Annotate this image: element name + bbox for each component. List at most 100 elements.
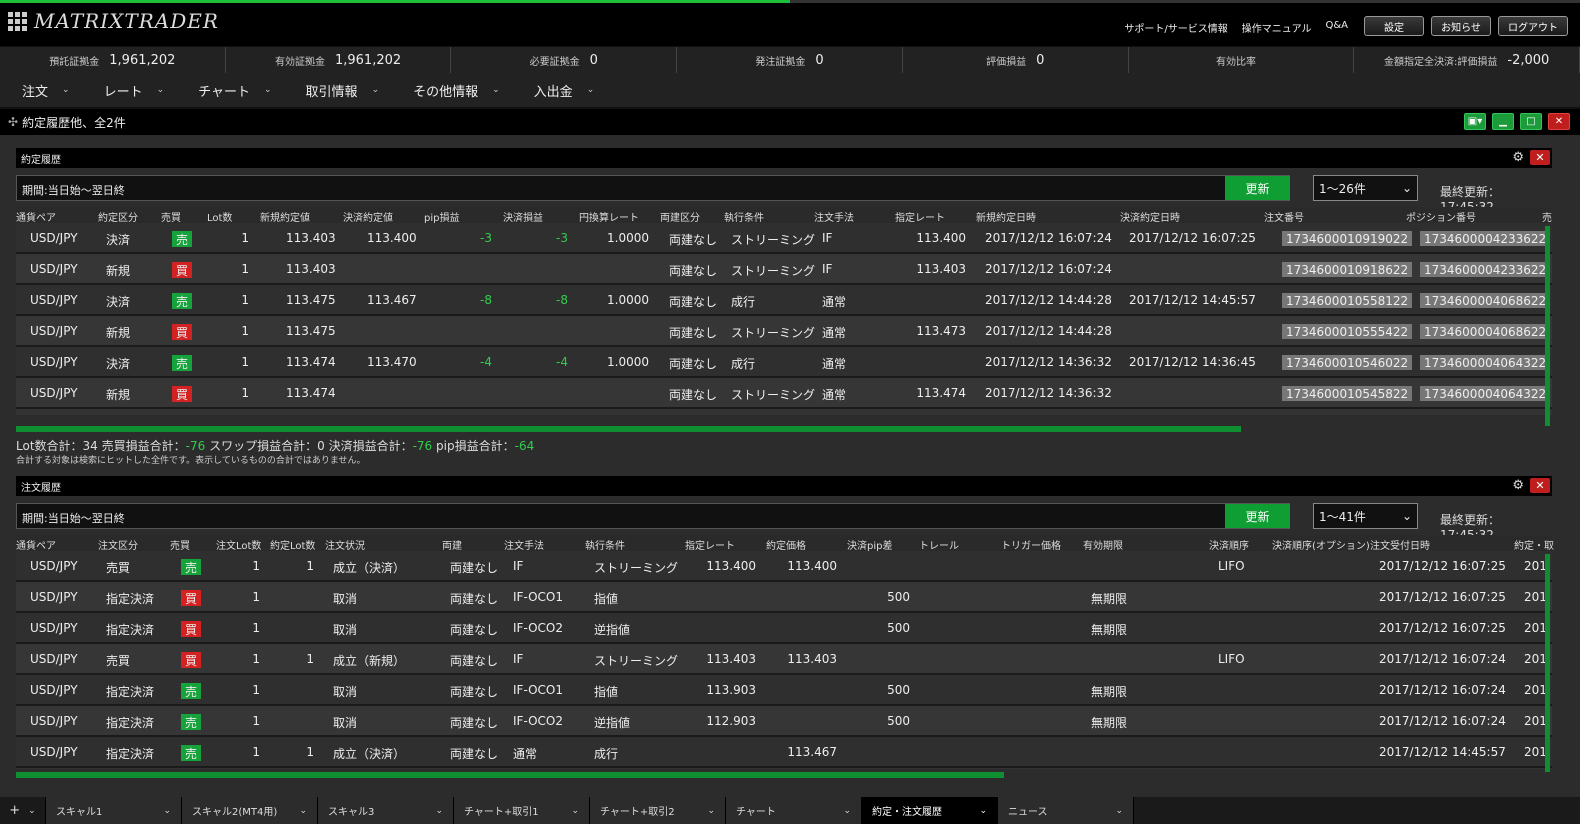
- tab-4[interactable]: チャート+取引1 ⌄: [454, 797, 590, 824]
- tab-2[interactable]: スキャル2(MT4用) ⌄: [182, 797, 318, 824]
- move-handle-icon[interactable]: ✣: [8, 115, 18, 129]
- column-header[interactable]: 決済順序(オプション): [1272, 537, 1370, 552]
- column-header[interactable]: 注文区分: [98, 537, 138, 552]
- column-header[interactable]: 決済約定値: [343, 209, 393, 224]
- column-header[interactable]: ポジション番号: [1406, 209, 1476, 224]
- column-header[interactable]: 決済順序: [1209, 537, 1249, 552]
- id-box[interactable]: 1734600004233622: [1420, 262, 1551, 277]
- menu-item[interactable]: 注文 ⌄: [22, 81, 70, 100]
- column-header[interactable]: 指定レート: [895, 209, 945, 224]
- column-header[interactable]: 注文受付日時: [1370, 537, 1430, 552]
- tab-1[interactable]: スキャル1 ⌄: [46, 797, 182, 824]
- menu-item[interactable]: 入出金 ⌄: [534, 81, 595, 100]
- maximize-icon[interactable]: □: [1520, 113, 1542, 130]
- column-header[interactable]: 執行条件: [585, 537, 625, 552]
- column-header[interactable]: 注文手法: [814, 209, 854, 224]
- support-link[interactable]: サポート/サービス情報: [1124, 20, 1227, 35]
- gear-icon[interactable]: ⚙: [1512, 478, 1524, 493]
- table-row[interactable]: USD/JPY 新規 買 1 113.403 両建なし ストリーミング IF 113.403 20…: [16, 254, 1552, 285]
- table-row[interactable]: USD/JPY 決済 売 1 113.475 113.467 -8 -8 1.0000 両建なし成…: [16, 285, 1552, 316]
- orders-vscroll[interactable]: [1545, 554, 1550, 772]
- id-box[interactable]: 1734600010545822: [1282, 386, 1413, 401]
- column-header[interactable]: 注文番号: [1264, 209, 1304, 224]
- tab-7[interactable]: 約定・注文履歴 ⌄: [862, 797, 998, 824]
- column-header[interactable]: 約定区分: [98, 209, 138, 224]
- column-header[interactable]: 新規約定日時: [976, 209, 1036, 224]
- tab-5[interactable]: チャート+取引2 ⌄: [590, 797, 726, 824]
- column-header[interactable]: 売: [1542, 209, 1552, 224]
- id-box[interactable]: 1734600010555422: [1282, 324, 1413, 339]
- tab-6[interactable]: チャート ⌄: [726, 797, 862, 824]
- table-row[interactable]: USD/JPY 指定決済 売 1 取消 両建なし IF-OCO1 指値 113.903 500 無期…: [16, 675, 1552, 706]
- column-header[interactable]: 約定価格: [766, 537, 806, 552]
- tab-3[interactable]: スキャル3 ⌄: [318, 797, 454, 824]
- id-box[interactable]: 1734600004233622: [1420, 231, 1551, 246]
- settings-button[interactable]: 設定: [1364, 16, 1424, 36]
- id-box[interactable]: 1734600004064322: [1420, 386, 1551, 401]
- column-header[interactable]: 通貨ペア: [16, 537, 56, 552]
- column-header[interactable]: 両建: [442, 537, 462, 552]
- close-icon[interactable]: ✕: [1548, 113, 1570, 130]
- column-header[interactable]: Lot数: [207, 209, 232, 224]
- id-box[interactable]: 1734600010919022: [1282, 231, 1413, 246]
- executions-update-button[interactable]: 更新: [1225, 176, 1290, 200]
- id-box[interactable]: 1734600010918622: [1282, 262, 1413, 277]
- column-header[interactable]: 執行条件: [724, 209, 764, 224]
- menu-item[interactable]: レート ⌄: [104, 81, 165, 100]
- table-row[interactable]: USD/JPY 新規 買 1 113.474 両建なし ストリーミング 通常 113.474 20…: [16, 378, 1552, 409]
- table-row[interactable]: USD/JPY 指定決済 売 1 1 成立（決済） 両建なし 通常 成行 113.467 2017/…: [16, 737, 1552, 768]
- close-icon[interactable]: ✕: [1530, 478, 1550, 493]
- column-header[interactable]: 注文手法: [504, 537, 544, 552]
- column-header[interactable]: pip損益: [424, 209, 459, 224]
- table-row[interactable]: USD/JPY 新規 買 1 113.475 両建なし ストリーミング 通常 113.473 20…: [16, 316, 1552, 347]
- id-box[interactable]: 1734600004068622: [1420, 293, 1551, 308]
- menu-item[interactable]: その他情報 ⌄: [413, 81, 500, 100]
- gear-icon[interactable]: ⚙: [1512, 150, 1524, 165]
- menu-item[interactable]: チャート ⌄: [198, 81, 271, 100]
- logout-button[interactable]: ログアウト: [1498, 16, 1568, 36]
- qa-link[interactable]: Q&A: [1325, 20, 1348, 35]
- id-box[interactable]: 1734600010558122: [1282, 293, 1413, 308]
- column-header[interactable]: 通貨ペア: [16, 209, 56, 224]
- executions-range-select[interactable]: 1～26件 ⌄: [1313, 175, 1418, 201]
- executions-hscroll[interactable]: [16, 426, 1241, 432]
- executions-period-field[interactable]: 期間:当日始～翌日終: [16, 175, 1290, 201]
- menu-item[interactable]: 取引情報 ⌄: [306, 81, 380, 100]
- column-header[interactable]: 指定レート: [685, 537, 735, 552]
- tab-8[interactable]: ニュース ⌄: [998, 797, 1134, 824]
- column-header[interactable]: 決済約定日時: [1120, 209, 1180, 224]
- table-row[interactable]: USD/JPY 決済 売 1 113.474 113.470 -4 -4 1.0000 両建なし成…: [16, 347, 1552, 378]
- table-row[interactable]: USD/JPY 指定決済 買 1 取消 両建なし IF-OCO2 逆指値 500 無期限 2017/…: [16, 613, 1552, 644]
- table-row[interactable]: USD/JPY 決済 売 1 113.403 113.400 -3 -3 1.0000 両建なしス…: [16, 223, 1552, 254]
- column-header[interactable]: 注文Lot数: [216, 537, 261, 552]
- add-tab-button[interactable]: + ⌄: [0, 797, 46, 824]
- column-header[interactable]: 売買: [170, 537, 190, 552]
- orders-range-select[interactable]: 1～41件 ⌄: [1313, 503, 1418, 529]
- executions-vscroll[interactable]: [1545, 226, 1550, 426]
- column-header[interactable]: 約定Lot数: [270, 537, 315, 552]
- column-header[interactable]: トレール: [919, 537, 959, 552]
- column-header[interactable]: トリガー価格: [1001, 537, 1061, 552]
- column-header[interactable]: 売買: [161, 209, 181, 224]
- column-header[interactable]: 新規約定値: [260, 209, 310, 224]
- column-header[interactable]: 両建区分: [660, 209, 700, 224]
- orders-hscroll[interactable]: [16, 772, 1004, 778]
- table-row[interactable]: USD/JPY 売買 買 1 1 成立（新規） 両建なし IF ストリーミング 113.403 11…: [16, 644, 1552, 675]
- table-row[interactable]: USD/JPY 指定決済 売 1 取消 両建なし IF-OCO2 逆指値 112.903 500 無…: [16, 706, 1552, 737]
- id-box[interactable]: 1734600004064322: [1420, 355, 1551, 370]
- column-header[interactable]: 注文状況: [325, 537, 365, 552]
- column-header[interactable]: 決済pip差: [847, 537, 892, 552]
- minimize-icon[interactable]: ▁: [1492, 113, 1514, 130]
- table-row[interactable]: USD/JPY 売買 売 1 1 成立（決済） 両建なし IF ストリーミング 113.400 11…: [16, 551, 1552, 582]
- notice-button[interactable]: お知らせ: [1431, 16, 1491, 36]
- layout-icon[interactable]: ▣▾: [1464, 113, 1486, 130]
- orders-update-button[interactable]: 更新: [1225, 504, 1290, 528]
- id-box[interactable]: 1734600004068622: [1420, 324, 1551, 339]
- id-box[interactable]: 1734600010546022: [1282, 355, 1413, 370]
- column-header[interactable]: 約定・取: [1514, 537, 1554, 552]
- close-icon[interactable]: ✕: [1530, 150, 1550, 165]
- column-header[interactable]: 決済損益: [503, 209, 543, 224]
- orders-period-field[interactable]: 期間:当日始～翌日終: [16, 503, 1290, 529]
- manual-link[interactable]: 操作マニュアル: [1242, 20, 1312, 35]
- table-row[interactable]: USD/JPY 指定決済 買 1 取消 両建なし IF-OCO1 指値 500 無期限 2017/1…: [16, 582, 1552, 613]
